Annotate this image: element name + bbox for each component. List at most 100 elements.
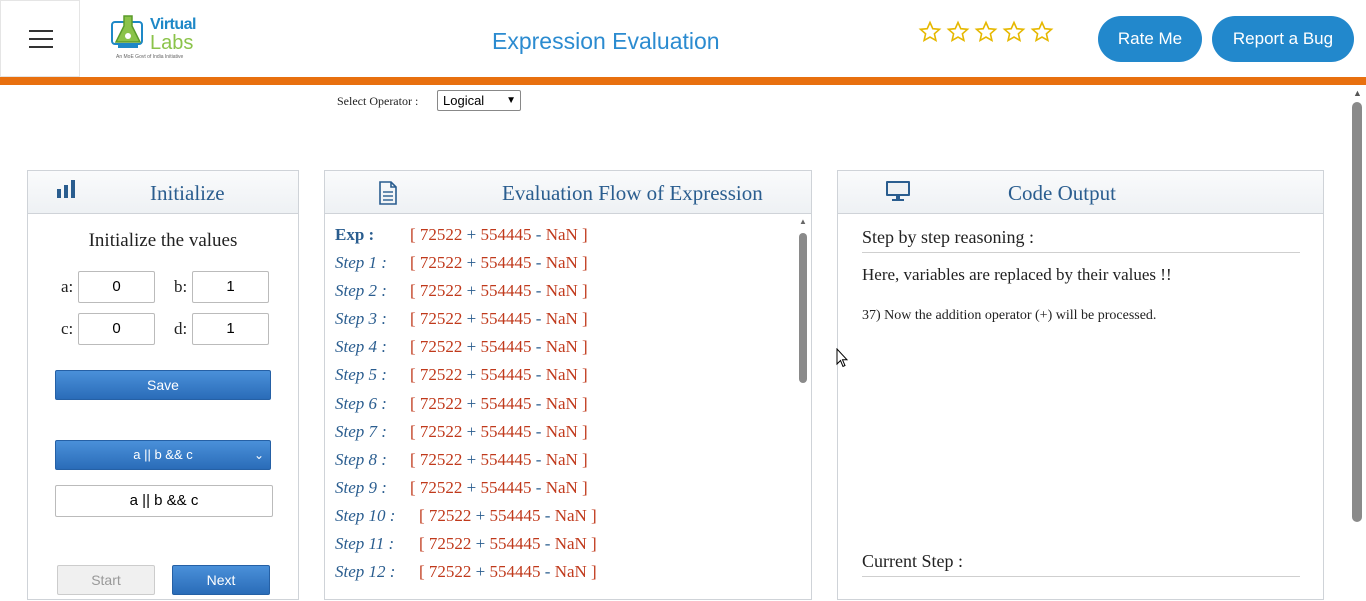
expr-token-n1: 72522 [428,534,472,554]
select-operator-label: Select Operator : [337,94,419,108]
reasoning-line-1: Here, variables are replaced by their va… [862,265,1172,284]
expr-token-n2: 554445 [480,365,532,385]
expression-select[interactable]: a || b && c ⌄ [55,440,271,470]
step-expression: [ 72522 + 554445 - NaN ] [419,562,597,582]
expr-token-op1: + [466,477,477,497]
hamburger-icon-line [29,46,53,48]
evaluation-flow-panel: Evaluation Flow of Expression Exp : [ 725… [324,170,812,600]
evaluation-flow-title: Evaluation Flow of Expression [502,181,763,205]
step-label: Step 4 : [335,337,387,357]
flow-row: Step 1 : [ 72522 + 554445 - NaN ] [335,253,795,281]
current-step-divider [862,576,1300,577]
evaluation-flow-header: Evaluation Flow of Expression [325,171,811,214]
step-label: Step 9 : [335,477,387,497]
initialize-panel-header: Initialize [28,171,298,214]
mouse-cursor-icon [836,348,848,368]
rate-me-button[interactable]: Rate Me [1098,16,1202,62]
expr-token-op1: + [466,281,477,301]
step-expression: [ 72522 + 554445 - NaN ] [419,534,597,554]
var-a-label: a: [61,277,74,296]
expr-token-n2: 554445 [480,281,532,301]
var-d-input[interactable]: 1 [192,313,269,345]
page-scrollbar-thumb[interactable] [1352,102,1362,522]
step-expression: [ 72522 + 554445 - NaN ] [410,281,588,301]
step-expression: [ 72522 + 554445 - NaN ] [410,393,588,413]
var-c-label: c: [61,319,74,338]
expr-token-n1: 72522 [419,225,463,244]
expression-label: Exp : [335,225,375,244]
expr-token-n3: NaN [545,253,578,273]
expr-token-op1: + [475,534,486,554]
menu-button[interactable] [0,0,80,77]
flow-row: Step 5 : [ 72522 + 554445 - NaN ] [335,365,795,393]
operator-select[interactable]: Logical ▼ [437,90,521,111]
expr-token-op1: + [466,421,477,441]
step-label: Step 11 : [335,534,395,554]
code-output-panel: Code Output Step by step reasoning : Her… [837,170,1324,600]
flow-scrollbar[interactable]: ▲ [798,217,808,601]
bar-chart-icon [57,180,75,198]
flow-row: Step 9 : [ 72522 + 554445 - NaN ] [335,478,795,506]
expr-token-n2: 554445 [480,337,532,357]
expr-token-op1: + [466,225,477,244]
step-expression: [ 72522 + 554445 - NaN ] [410,449,588,469]
expr-token-op1: + [466,365,477,385]
logo-tagline: An MoE Govt of India Initiative [116,54,184,60]
flow-row: Step 11 : [ 72522 + 554445 - NaN ] [335,534,795,562]
flow-row: Step 7 : [ 72522 + 554445 - NaN ] [335,422,795,450]
expr-token-n3: NaN [545,337,578,357]
expr-token-n2: 554445 [480,253,532,273]
expr-token-op1: + [466,393,477,413]
star-icon[interactable] [918,18,942,46]
expr-token-n1: 72522 [428,505,472,525]
var-c-input[interactable]: 0 [78,313,155,345]
expr-token-n2: 554445 [480,421,532,441]
monitor-icon [886,181,910,201]
var-a-input[interactable]: 0 [78,271,155,303]
expr-token-n1: 72522 [419,281,463,301]
expr-token-n1: 72522 [419,421,463,441]
step-label: Step 7 : [335,421,387,441]
next-button[interactable]: Next [172,565,270,595]
expression-input[interactable]: a || b && c [55,485,273,517]
expr-token-n3: NaN [545,225,578,244]
star-icon[interactable] [1002,18,1026,46]
star-icon[interactable] [974,18,998,46]
step-expression: [ 72522 + 554445 - NaN ] [410,365,588,385]
flow-row: Step 2 : [ 72522 + 554445 - NaN ] [335,281,795,309]
chevron-down-icon: ⌄ [253,448,264,462]
expr-token-n2: 554445 [480,449,532,469]
expr-token-n3: NaN [545,393,578,413]
save-button[interactable]: Save [55,370,271,400]
step-label: Step 5 : [335,365,387,385]
expr-token-n3: NaN [554,562,587,582]
current-step-heading: Current Step : [862,551,963,571]
expr-token-n3: NaN [554,505,587,525]
virtual-labs-logo[interactable]: Virtual Labs An MoE Govt of India Initia… [110,12,202,64]
var-b-input[interactable]: 1 [192,271,269,303]
flow-scrollbar-thumb[interactable] [799,233,807,383]
expr-token-n3: NaN [545,421,578,441]
scroll-up-icon[interactable]: ▲ [1353,88,1362,98]
star-icon[interactable] [1030,18,1054,46]
star-icon[interactable] [946,18,970,46]
expr-token-n3: NaN [545,365,578,385]
initialize-panel: Initialize Initialize the values a: 0 b:… [27,170,299,600]
report-bug-button[interactable]: Report a Bug [1212,16,1354,62]
page-scrollbar[interactable]: ▲ [1350,88,1364,588]
step-expression: [ 72522 + 554445 - NaN ] [419,505,597,525]
header-accent-bar [0,77,1366,85]
expr-token-n3: NaN [545,309,578,329]
expr-token-n1: 72522 [428,562,472,582]
step-label: Step 1 : [335,253,387,273]
step-expression: [ 72522 + 554445 - NaN ] [410,309,588,329]
scroll-up-icon[interactable]: ▲ [799,217,807,226]
expr-token-n1: 72522 [419,449,463,469]
expr-token-op1: + [475,562,486,582]
flow-row: Step 3 : [ 72522 + 554445 - NaN ] [335,309,795,337]
step-expression: [ 72522 + 554445 - NaN ] [410,477,588,497]
flow-row: Step 8 : [ 72522 + 554445 - NaN ] [335,450,795,478]
rating-stars[interactable] [918,18,1054,46]
start-button[interactable]: Start [57,565,155,595]
reasoning-divider [862,252,1300,253]
